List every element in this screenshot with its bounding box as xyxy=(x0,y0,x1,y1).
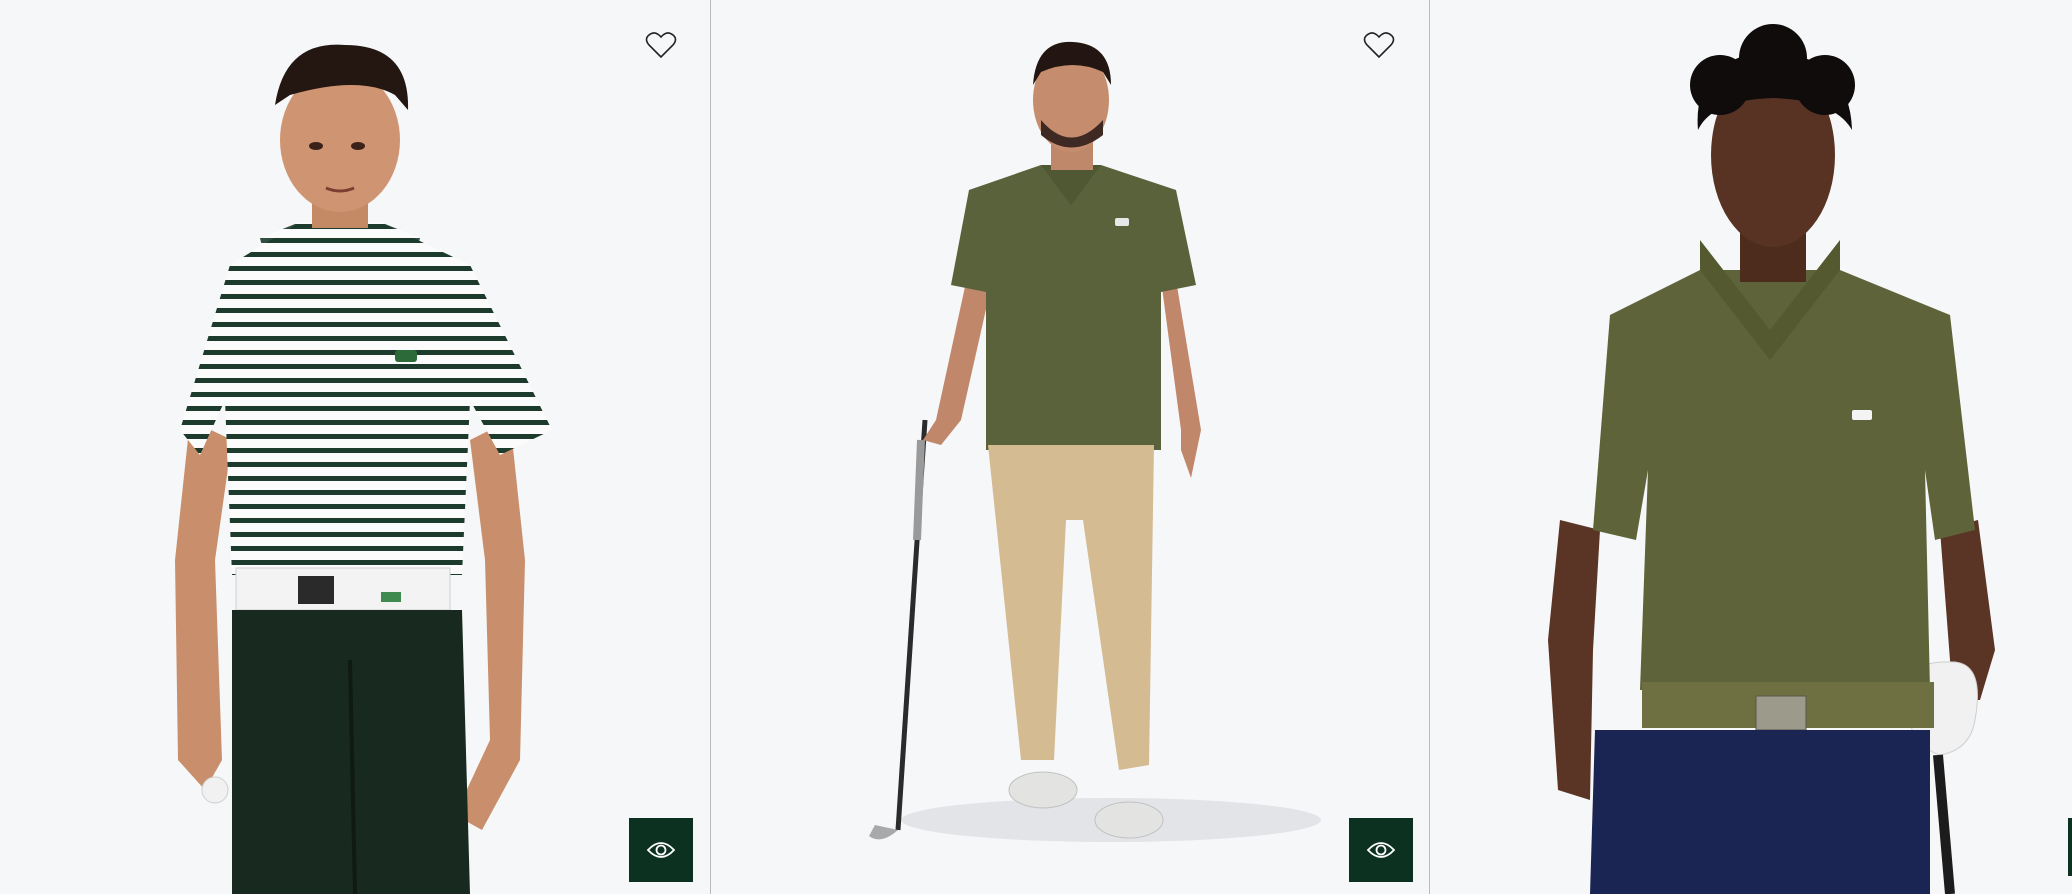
product-card-1[interactable]: Model wearing a white and green striped … xyxy=(0,0,710,894)
product-card-2[interactable]: Golfer holding a club, wearing an olive … xyxy=(711,0,1429,894)
quickview-button-2[interactable] xyxy=(1349,818,1413,882)
heart-outline-icon xyxy=(645,32,677,59)
wishlist-button-1[interactable] xyxy=(643,28,679,62)
product-image-1[interactable] xyxy=(0,0,710,894)
eye-icon xyxy=(1366,842,1396,858)
product-image-3[interactable] xyxy=(1430,0,2072,894)
wishlist-button-2[interactable] xyxy=(1361,28,1397,62)
next-card-quickview-edge[interactable] xyxy=(2068,818,2072,876)
product-card-3[interactable]: Model in olive printed polo with olive b… xyxy=(1430,0,2072,894)
product-image-2[interactable] xyxy=(711,0,1429,894)
eye-icon xyxy=(646,842,676,858)
product-grid: Model wearing a white and green striped … xyxy=(0,0,2072,894)
quickview-button-1[interactable] xyxy=(629,818,693,882)
heart-outline-icon xyxy=(1363,32,1395,59)
